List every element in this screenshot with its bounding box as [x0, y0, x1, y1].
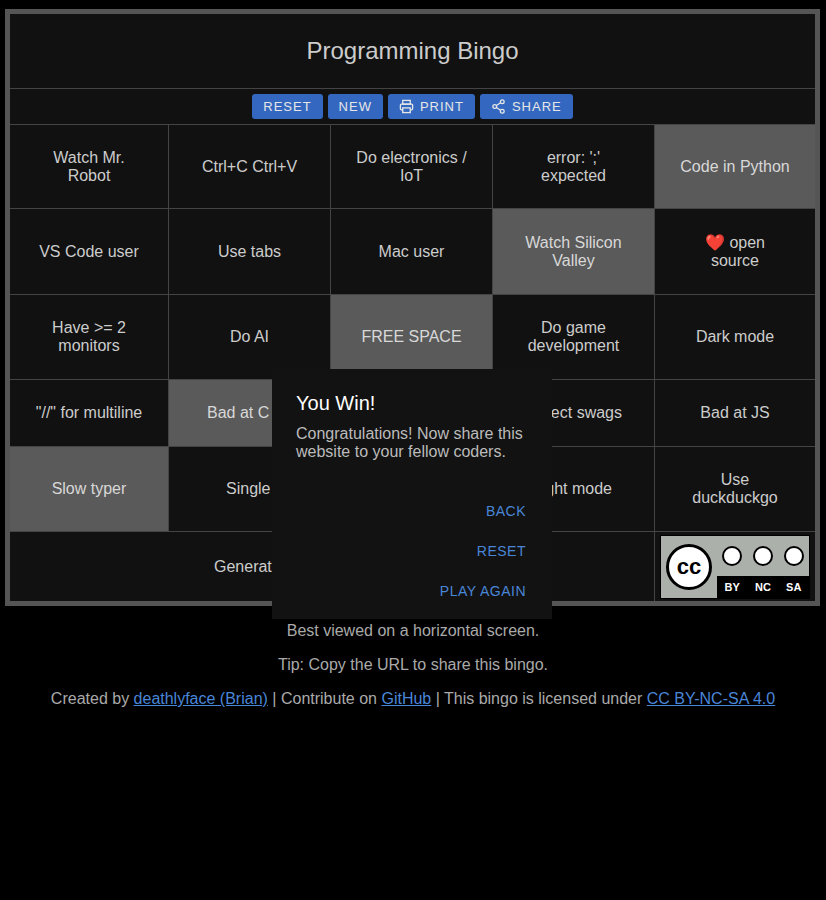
cc-terms: BY NC SA [717, 536, 809, 598]
button-label: RESET [263, 99, 311, 114]
cell-text: Watch Mr. Robot [53, 149, 124, 185]
bingo-cell[interactable]: Do game development [493, 295, 655, 380]
cc-label: SA [786, 581, 801, 593]
hint-text: Best viewed on a horizontal screen. [0, 622, 826, 640]
credit-text: | Contribute on [268, 690, 382, 707]
credit-link[interactable]: GitHub [381, 690, 431, 707]
cc-logo: cc [661, 536, 717, 598]
cc-logo-text: cc [666, 544, 712, 590]
cell-text: Generat [214, 558, 272, 576]
bingo-cell[interactable]: Slow typer [10, 447, 169, 532]
bingo-cell[interactable]: Ctrl+C Ctrl+V [169, 125, 331, 209]
cell-text: error: ';' expected [541, 149, 606, 185]
bingo-cell[interactable]: "//" for multiline [10, 380, 169, 447]
button-label: NEW [339, 99, 372, 114]
cell-text: Use duckduckgo [692, 471, 777, 507]
bingo-cell[interactable]: error: ';' expected [493, 125, 655, 209]
license-term-icon [753, 546, 773, 566]
tip-text: Tip: Copy the URL to share this bingo. [0, 656, 826, 674]
reset-button[interactable]: RESET [477, 541, 526, 561]
reset-button[interactable]: RESET [252, 94, 322, 119]
cell-text: Do electronics / IoT [356, 149, 466, 185]
cell-text: FREE SPACE [361, 328, 461, 346]
new-button[interactable]: NEW [328, 94, 383, 119]
license-term-icon [784, 546, 804, 566]
button-label: PRINT [420, 99, 464, 114]
license-term-icon [722, 546, 742, 566]
cc-label: BY [725, 581, 740, 593]
credits: Created by deathlyface (Brian) | Contrib… [0, 690, 826, 708]
cell-text: Use tabs [218, 243, 281, 261]
cell-text: Do AI [230, 328, 269, 346]
bingo-cell[interactable]: Mac user [331, 209, 493, 295]
share-icon [491, 99, 506, 114]
cell-text: Dark mode [696, 328, 774, 346]
cell-text: Watch Silicon Valley [525, 234, 621, 270]
share-button[interactable]: SHARE [480, 94, 573, 119]
toolbar: RESET NEW PRINT SHARE [10, 89, 815, 125]
cc-icons [717, 536, 809, 576]
bingo-cell[interactable]: Use duckduckgo [655, 447, 815, 532]
print-button[interactable]: PRINT [388, 94, 475, 119]
bingo-cell[interactable]: Dark mode [655, 295, 815, 380]
cell-text: Mac user [379, 243, 445, 261]
play-again-button[interactable]: PLAY AGAIN [440, 581, 526, 601]
bingo-cell[interactable]: VS Code user [10, 209, 169, 295]
cell-text: VS Code user [39, 243, 139, 261]
bingo-cell[interactable]: Bad at JS [655, 380, 815, 447]
cell-text: Bad at C [207, 404, 269, 422]
cc-label: NC [755, 581, 771, 593]
cell-text: Ctrl+C Ctrl+V [202, 158, 297, 176]
button-label: SHARE [512, 99, 562, 114]
cell-text: Single [226, 480, 270, 498]
bingo-cell[interactable]: Code in Python [655, 125, 815, 209]
bingo-cell[interactable]: Have >= 2 monitors [10, 295, 169, 380]
bingo-cell[interactable]: Do AI [169, 295, 331, 380]
credit-text: Created by [51, 690, 134, 707]
footer: Best viewed on a horizontal screen. Tip: … [0, 622, 826, 708]
cell-text: Do game development [528, 319, 620, 355]
dialog-message: Congratulations! Now share this website … [296, 425, 528, 461]
cell-text: ght mode [545, 480, 612, 498]
bingo-cell[interactable]: Use tabs [169, 209, 331, 295]
cell-text: Slow typer [52, 480, 127, 498]
bingo-cell[interactable]: Watch Mr. Robot [10, 125, 169, 209]
win-dialog: You Win! Congratulations! Now share this … [272, 369, 552, 619]
print-icon [399, 99, 414, 114]
cc-labels: BY NC SA [717, 576, 809, 598]
cell-text: Bad at JS [700, 404, 769, 422]
dialog-title: You Win! [296, 391, 528, 415]
bingo-title: Programming Bingo [10, 14, 815, 89]
back-button[interactable]: BACK [486, 501, 526, 521]
cell-text: ect swags [551, 404, 622, 422]
cc-license-badge[interactable]: cc BY NC SA [660, 535, 810, 599]
cell-text: Have >= 2 monitors [52, 319, 126, 355]
credit-link[interactable]: CC BY-NC-SA 4.0 [647, 690, 775, 707]
bingo-cell[interactable]: ❤️ open source [655, 209, 815, 295]
dialog-buttons: BACK RESET PLAY AGAIN [296, 501, 526, 601]
credit-text: | This bingo is licensed under [431, 690, 647, 707]
cell-text: "//" for multiline [36, 404, 143, 422]
bingo-cell[interactable]: Watch Silicon Valley [493, 209, 655, 295]
cell-text: Code in Python [680, 158, 789, 176]
bingo-cell[interactable]: FREE SPACE [331, 295, 493, 380]
bingo-cell[interactable]: Do electronics / IoT [331, 125, 493, 209]
credit-link[interactable]: deathlyface (Brian) [134, 690, 268, 707]
cell-text: ❤️ open source [705, 234, 765, 270]
license-cell: cc BY NC SA [655, 532, 815, 601]
